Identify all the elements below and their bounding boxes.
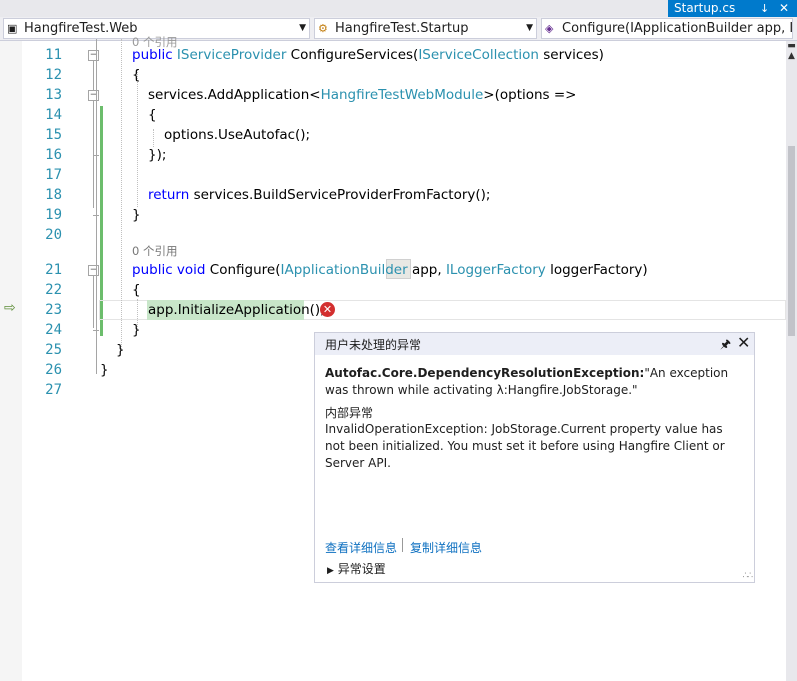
line-number: 12 bbox=[45, 67, 62, 83]
view-details-link[interactable]: 查看详细信息 bbox=[325, 539, 397, 556]
inner-exception-message: InvalidOperationException: JobStorage.Cu… bbox=[325, 422, 725, 470]
line-number: 20 bbox=[45, 227, 62, 243]
class-dropdown[interactable]: ⚙ HangfireTest.Startup ▼ bbox=[314, 18, 537, 39]
code-line: options.UseAutofac(); bbox=[164, 127, 311, 143]
code-line: { bbox=[132, 67, 141, 83]
line-number: 19 bbox=[45, 207, 62, 223]
line-number: 24 bbox=[45, 322, 62, 338]
line-number: 13 bbox=[45, 87, 62, 103]
copy-details-link[interactable]: 复制详细信息 bbox=[410, 539, 482, 556]
code-line: services.AddApplication<HangfireTestWebM… bbox=[148, 87, 577, 103]
outline-guide bbox=[93, 61, 94, 208]
split-window-button[interactable]: ▬ ▲ bbox=[786, 41, 797, 61]
indent-guide bbox=[121, 39, 122, 351]
execution-pointer-icon: ⇨ bbox=[4, 300, 16, 316]
document-tab-strip: Startup.cs ↓ ✕ bbox=[0, 0, 797, 17]
vertical-scrollbar[interactable] bbox=[786, 41, 797, 681]
code-line: }); bbox=[148, 147, 167, 163]
line-number: 14 bbox=[45, 107, 62, 123]
line-number: 21 bbox=[45, 262, 62, 278]
exception-helper-popup: 用户未处理的异常 🖈 ✕ Autofac.Core.DependencyReso… bbox=[314, 332, 755, 583]
code-line-current: app.InitializeApplication(); bbox=[148, 302, 325, 318]
exception-popup-title: 用户未处理的异常 bbox=[325, 338, 422, 352]
exception-message: Autofac.Core.DependencyResolutionExcepti… bbox=[325, 365, 737, 399]
line-number: 11 bbox=[45, 47, 62, 63]
chevron-down-icon: ▼ bbox=[526, 23, 533, 33]
resize-grip-icon[interactable]: ∴∴ bbox=[743, 571, 754, 581]
line-number: 15 bbox=[45, 127, 62, 143]
exception-type: Autofac.Core.DependencyResolutionExcepti… bbox=[325, 366, 645, 380]
line-number: 22 bbox=[45, 282, 62, 298]
code-line: } bbox=[116, 342, 125, 358]
line-number: 26 bbox=[45, 362, 62, 378]
line-number: 23 bbox=[45, 302, 62, 318]
indent-guide bbox=[137, 69, 138, 207]
collapse-toggle[interactable]: − bbox=[88, 265, 99, 276]
inner-exception-header: 内部异常 bbox=[325, 406, 374, 420]
code-line: public IServiceProvider ConfigureService… bbox=[132, 47, 604, 63]
code-line: } bbox=[100, 362, 109, 378]
code-line: { bbox=[132, 282, 141, 298]
member-dropdown-label: Configure(IApplicationBuilder app, ILog bbox=[562, 21, 793, 36]
link-separator bbox=[402, 538, 403, 552]
line-number: 17 bbox=[45, 167, 62, 183]
outline-guide bbox=[96, 39, 97, 374]
line-number: 18 bbox=[45, 187, 62, 203]
close-icon[interactable]: ✕ bbox=[737, 333, 750, 352]
chevron-down-icon: ▼ bbox=[299, 23, 306, 33]
member-dropdown[interactable]: ◈ Configure(IApplicationBuilder app, ILo… bbox=[541, 18, 793, 39]
document-tab-startup[interactable]: Startup.cs ↓ ✕ bbox=[668, 0, 797, 17]
chevron-right-icon: ▶ bbox=[327, 566, 334, 576]
pin-icon[interactable]: 🖈 bbox=[720, 335, 731, 356]
line-number: 27 bbox=[45, 382, 62, 398]
scrollbar-thumb[interactable] bbox=[788, 146, 795, 336]
close-icon[interactable]: ✕ bbox=[779, 0, 789, 17]
method-icon: ◈ bbox=[545, 22, 554, 35]
code-line: { bbox=[148, 107, 157, 123]
document-tab-title: Startup.cs bbox=[674, 1, 736, 15]
code-line: } bbox=[132, 322, 141, 338]
exception-settings-label: 异常设置 bbox=[337, 562, 386, 576]
outline-guide bbox=[93, 276, 94, 328]
project-dropdown-label: HangfireTest.Web bbox=[24, 21, 138, 36]
collapse-toggle[interactable]: − bbox=[88, 50, 99, 61]
line-number: 16 bbox=[45, 147, 62, 163]
csharp-project-icon: ▣ bbox=[7, 22, 18, 35]
exception-settings-expander[interactable]: ▶ 异常设置 bbox=[327, 560, 386, 577]
collapse-toggle[interactable]: − bbox=[88, 90, 99, 101]
class-dropdown-label: HangfireTest.Startup bbox=[335, 21, 469, 36]
exception-popup-header: 用户未处理的异常 🖈 ✕ bbox=[315, 333, 754, 355]
code-line: return services.BuildServiceProviderFrom… bbox=[148, 187, 491, 203]
line-number: 25 bbox=[45, 342, 62, 358]
code-lens-hint[interactable]: 0 个引用 bbox=[132, 243, 177, 259]
error-icon[interactable]: ✕ bbox=[320, 302, 335, 317]
code-line: public void Configure(IApplicationBuilde… bbox=[132, 262, 648, 278]
class-icon: ⚙ bbox=[318, 22, 328, 35]
navigation-bar: ▣ HangfireTest.Web ▼ ⚙ HangfireTest.Star… bbox=[0, 17, 797, 41]
code-line: } bbox=[132, 207, 141, 223]
pin-icon[interactable]: ↓ bbox=[760, 0, 769, 17]
